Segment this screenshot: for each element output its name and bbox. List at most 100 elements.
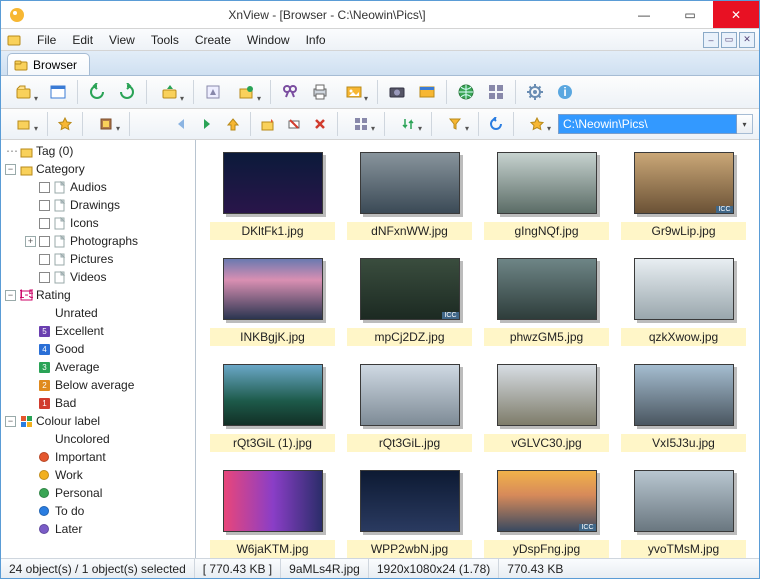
- thumbnail-item[interactable]: gIngNQf.jpg: [484, 152, 609, 240]
- rating-badge: 5: [39, 326, 50, 337]
- mdi-close-button[interactable]: ✕: [739, 32, 755, 48]
- colour-item[interactable]: Work: [1, 466, 195, 484]
- thumbnail-item[interactable]: rQt3GiL (1).jpg: [210, 364, 335, 452]
- rating-badge: 4: [39, 344, 50, 355]
- favorite-button[interactable]: [54, 113, 76, 135]
- thumbnail-item[interactable]: INKBgjK.jpg: [210, 258, 335, 346]
- nav-back-button[interactable]: [170, 113, 192, 135]
- status-selected-size: [ 770.43 KB ]: [195, 559, 281, 578]
- slideshow-button[interactable]: [337, 79, 371, 105]
- checkbox[interactable]: [39, 218, 50, 229]
- category-item[interactable]: Videos: [1, 268, 195, 286]
- thumbnail-pane[interactable]: DKltFk1.jpgdNFxnWW.jpggIngNQf.jpgICCGr9w…: [196, 140, 759, 558]
- tree-category[interactable]: − Category: [1, 160, 195, 178]
- search-button[interactable]: [277, 79, 303, 105]
- thumbnail-item[interactable]: ICCGr9wLip.jpg: [621, 152, 746, 240]
- refresh-button[interactable]: [485, 113, 507, 135]
- path-dropdown-button[interactable]: ▾: [737, 114, 753, 134]
- category-item[interactable]: +Photographs: [1, 232, 195, 250]
- menu-edit[interactable]: Edit: [64, 31, 101, 49]
- maximize-button[interactable]: ▭: [667, 1, 713, 28]
- minimize-button[interactable]: —: [621, 1, 667, 28]
- open-button[interactable]: [7, 79, 41, 105]
- rating-item[interactable]: 3Average: [1, 358, 195, 376]
- thumbnail-label: yvoTMsM.jpg: [621, 540, 746, 558]
- rating-item[interactable]: 2Below average: [1, 376, 195, 394]
- folder-tree-button[interactable]: [7, 113, 41, 135]
- colour-item[interactable]: Later: [1, 520, 195, 538]
- tree-rating[interactable]: − 1-5 Rating: [1, 286, 195, 304]
- mdi-restore-button[interactable]: ▭: [721, 32, 737, 48]
- checkbox[interactable]: [39, 236, 50, 247]
- expand-icon[interactable]: +: [25, 236, 36, 247]
- category-item[interactable]: Pictures: [1, 250, 195, 268]
- menu-view[interactable]: View: [101, 31, 143, 49]
- menu-window[interactable]: Window: [239, 31, 298, 49]
- path-input[interactable]: [558, 114, 737, 134]
- new-folder-button[interactable]: [257, 113, 279, 135]
- fullscreen-button[interactable]: [45, 79, 71, 105]
- up-folder-button[interactable]: [153, 79, 187, 105]
- nav-up-button[interactable]: [222, 113, 244, 135]
- mdi-minimize-button[interactable]: –: [703, 32, 719, 48]
- checkbox[interactable]: [39, 182, 50, 193]
- colour-item[interactable]: Uncolored: [1, 430, 195, 448]
- thumbnail-item[interactable]: rQt3GiL.jpg: [347, 364, 472, 452]
- checkbox[interactable]: [39, 200, 50, 211]
- nav-forward-button[interactable]: [196, 113, 218, 135]
- catalog-button[interactable]: [89, 113, 123, 135]
- colour-item[interactable]: Important: [1, 448, 195, 466]
- rating-item[interactable]: Unrated: [1, 304, 195, 322]
- sort-button[interactable]: [391, 113, 425, 135]
- checkbox[interactable]: [39, 254, 50, 265]
- thumbnail-item[interactable]: ICCmpCj2DZ.jpg: [347, 258, 472, 346]
- rename-button[interactable]: [283, 113, 305, 135]
- rotate-cw-button[interactable]: [114, 79, 140, 105]
- web-button[interactable]: [453, 79, 479, 105]
- print-button[interactable]: [307, 79, 333, 105]
- rotate-ccw-button[interactable]: [84, 79, 110, 105]
- settings-button[interactable]: [522, 79, 548, 105]
- category-item[interactable]: Icons: [1, 214, 195, 232]
- colour-item[interactable]: Personal: [1, 484, 195, 502]
- colour-item[interactable]: To do: [1, 502, 195, 520]
- view-mode-button[interactable]: [344, 113, 378, 135]
- thumbnail-item[interactable]: dNFxnWW.jpg: [347, 152, 472, 240]
- thumbnail-item[interactable]: ICCyDspFng.jpg: [484, 470, 609, 558]
- menu-create[interactable]: Create: [187, 31, 239, 49]
- collapse-icon[interactable]: −: [5, 290, 16, 301]
- tab-browser[interactable]: Browser: [7, 53, 90, 75]
- info-button[interactable]: i: [552, 79, 578, 105]
- category-item[interactable]: Drawings: [1, 196, 195, 214]
- tree-colour-label[interactable]: − Colour label: [1, 412, 195, 430]
- category-item[interactable]: Audios: [1, 178, 195, 196]
- thumbnail-item[interactable]: DKltFk1.jpg: [210, 152, 335, 240]
- rating-item[interactable]: 4Good: [1, 340, 195, 358]
- collapse-icon[interactable]: −: [5, 416, 16, 427]
- thumbnail-item[interactable]: WPP2wbN.jpg: [347, 470, 472, 558]
- bookmark-button[interactable]: [520, 113, 554, 135]
- thumbnail-item[interactable]: qzkXwow.jpg: [621, 258, 746, 346]
- menu-info[interactable]: Info: [298, 31, 334, 49]
- close-button[interactable]: ✕: [713, 1, 759, 28]
- thumbnail-item[interactable]: vGLVC30.jpg: [484, 364, 609, 452]
- thumbnail-item[interactable]: W6jaKTM.jpg: [210, 470, 335, 558]
- thumbnail-item[interactable]: VxI5J3u.jpg: [621, 364, 746, 452]
- capture-button[interactable]: [384, 79, 410, 105]
- compare-button[interactable]: [414, 79, 440, 105]
- rating-item[interactable]: 5Excellent: [1, 322, 195, 340]
- batch-button[interactable]: [230, 79, 264, 105]
- tree-tag[interactable]: ⋯ Tag (0): [1, 142, 195, 160]
- convert-button[interactable]: [200, 79, 226, 105]
- rating-item[interactable]: 1Bad: [1, 394, 195, 412]
- delete-button[interactable]: [309, 113, 331, 135]
- thumbnail-item[interactable]: phwzGM5.jpg: [484, 258, 609, 346]
- grid-view-button[interactable]: [483, 79, 509, 105]
- filter-button[interactable]: [438, 113, 472, 135]
- collapse-icon[interactable]: −: [5, 164, 16, 175]
- thumbnail-item[interactable]: yvoTMsM.jpg: [621, 470, 746, 558]
- menu-file[interactable]: File: [29, 31, 64, 49]
- rating-badge: 3: [39, 362, 50, 373]
- menu-tools[interactable]: Tools: [143, 31, 187, 49]
- checkbox[interactable]: [39, 272, 50, 283]
